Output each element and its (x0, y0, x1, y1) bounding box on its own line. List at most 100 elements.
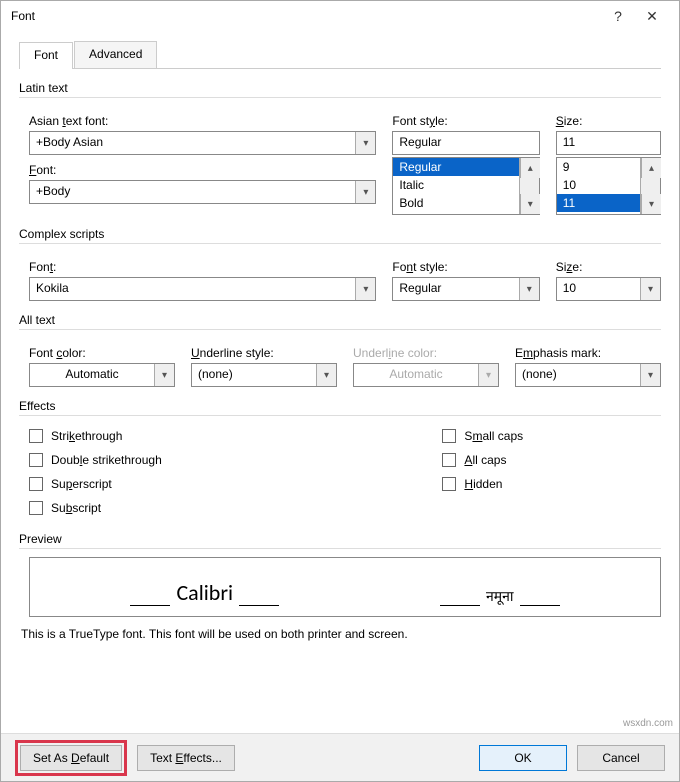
dropdown-icon[interactable]: ▾ (640, 278, 660, 300)
tab-font-label: Font (34, 48, 58, 62)
font-style-value: Regular (393, 132, 538, 154)
dropdown-icon[interactable]: ▾ (316, 364, 336, 386)
dropdown-icon[interactable]: ▾ (355, 181, 375, 203)
all-caps-checkbox[interactable]: All caps (442, 453, 661, 467)
button-label: Cancel (602, 751, 639, 765)
dropdown-icon: ▾ (478, 364, 498, 386)
asian-font-label: Asian text font: (29, 114, 376, 128)
emphasis-mark-label: Emphasis mark: (515, 346, 661, 360)
cs-font-label: Font: (29, 260, 376, 274)
size-label: Size: (556, 114, 661, 128)
cs-font-combo[interactable]: Kokila ▾ (29, 277, 376, 301)
underline-color-label: Underline color: (353, 346, 499, 360)
checkbox-icon (442, 453, 456, 467)
underline-color-value: Automatic (354, 364, 478, 386)
dropdown-icon[interactable]: ▾ (355, 132, 375, 154)
tab-font[interactable]: Font (19, 42, 73, 69)
list-item[interactable]: 11 (557, 194, 640, 212)
scrollbar[interactable]: ▴ ▾ (640, 158, 660, 214)
cs-size-combo[interactable]: 10 ▾ (556, 277, 661, 301)
latin-font-value: +Body (30, 181, 355, 203)
checkbox-icon (442, 429, 456, 443)
set-as-default-button[interactable]: Set As Default (20, 745, 122, 771)
underline-style-label: Underline style: (191, 346, 337, 360)
dropdown-icon[interactable]: ▾ (640, 364, 660, 386)
checkbox-icon (29, 501, 43, 515)
list-item[interactable]: Bold (393, 194, 518, 212)
size-value: 11 (557, 132, 660, 154)
underline-style-value: (none) (192, 364, 316, 386)
underline-color-combo: Automatic ▾ (353, 363, 499, 387)
scroll-down-icon[interactable]: ▾ (641, 194, 661, 214)
superscript-checkbox[interactable]: Superscript (29, 477, 426, 491)
font-color-combo[interactable]: Automatic ▾ (29, 363, 175, 387)
font-dialog: Font ? ✕ Font Advanced Latin text Asian … (0, 0, 680, 782)
tab-advanced[interactable]: Advanced (74, 41, 157, 68)
list-item[interactable]: Italic (393, 176, 518, 194)
truetype-message: This is a TrueType font. This font will … (21, 627, 659, 641)
size-combo[interactable]: 11 (556, 131, 661, 155)
section-latin-text: Latin text (19, 81, 661, 95)
dropdown-icon[interactable]: ▾ (154, 364, 174, 386)
subscript-checkbox[interactable]: Subscript (29, 501, 426, 515)
font-style-combo[interactable]: Regular (392, 131, 539, 155)
cs-size-value: 10 (557, 278, 640, 300)
checkbox-icon (29, 453, 43, 467)
scroll-up-icon[interactable]: ▴ (520, 158, 540, 178)
font-color-label: Font color: (29, 346, 175, 360)
dropdown-icon[interactable]: ▾ (355, 278, 375, 300)
checkbox-label: Hidden (464, 477, 502, 491)
latin-font-combo[interactable]: +Body ▾ (29, 180, 376, 204)
section-complex-scripts: Complex scripts (19, 227, 661, 241)
asian-font-value: +Body Asian (30, 132, 355, 154)
list-item[interactable]: Regular (393, 158, 518, 176)
list-item[interactable]: 10 (557, 176, 640, 194)
help-button[interactable]: ? (601, 8, 635, 24)
emphasis-mark-value: (none) (516, 364, 640, 386)
latin-font-label: Font: (29, 163, 376, 177)
cancel-button[interactable]: Cancel (577, 745, 665, 771)
tab-advanced-label: Advanced (89, 47, 142, 61)
underline-style-combo[interactable]: (none) ▾ (191, 363, 337, 387)
set-default-highlight: Set As Default (15, 740, 127, 776)
font-style-listbox[interactable]: Regular Italic Bold ▴ ▾ (392, 157, 539, 215)
preview-box: Calibri नमूना (29, 557, 661, 617)
button-label: Set As Default (33, 751, 109, 765)
emphasis-mark-combo[interactable]: (none) ▾ (515, 363, 661, 387)
preview-sample-complex: नमूना (486, 587, 514, 606)
cs-style-label: Font style: (392, 260, 539, 274)
dropdown-icon[interactable]: ▾ (519, 278, 539, 300)
checkbox-label: Superscript (51, 477, 112, 491)
asian-font-combo[interactable]: +Body Asian ▾ (29, 131, 376, 155)
size-listbox[interactable]: 9 10 11 ▴ ▾ (556, 157, 661, 215)
titlebar: Font ? ✕ (1, 1, 679, 31)
scroll-down-icon[interactable]: ▾ (520, 194, 540, 214)
preview-sample-latin: Calibri (176, 579, 233, 606)
checkbox-icon (29, 429, 43, 443)
button-label: Text Effects... (150, 751, 222, 765)
button-bar: Set As Default Text Effects... OK Cancel (1, 733, 679, 781)
strikethrough-checkbox[interactable]: Strikethrough (29, 429, 426, 443)
section-effects: Effects (19, 399, 661, 413)
font-color-value: Automatic (30, 364, 154, 386)
cs-style-combo[interactable]: Regular ▾ (392, 277, 539, 301)
close-button[interactable]: ✕ (635, 8, 669, 25)
scrollbar[interactable]: ▴ ▾ (519, 158, 539, 214)
hidden-checkbox[interactable]: Hidden (442, 477, 661, 491)
small-caps-checkbox[interactable]: Small caps (442, 429, 661, 443)
ok-button[interactable]: OK (479, 745, 567, 771)
checkbox-label: Subscript (51, 501, 101, 515)
scroll-up-icon[interactable]: ▴ (641, 158, 661, 178)
checkbox-label: Small caps (464, 429, 523, 443)
section-preview: Preview (19, 532, 661, 546)
cs-font-value: Kokila (30, 278, 355, 300)
list-item[interactable]: 9 (557, 158, 640, 176)
dialog-title: Font (11, 9, 601, 23)
double-strikethrough-checkbox[interactable]: Double strikethrough (29, 453, 426, 467)
text-effects-button[interactable]: Text Effects... (137, 745, 235, 771)
watermark: wsxdn.com (623, 718, 673, 729)
checkbox-label: All caps (464, 453, 506, 467)
section-all-text: All text (19, 313, 661, 327)
checkbox-icon (29, 477, 43, 491)
tab-bar: Font Advanced (19, 41, 661, 69)
